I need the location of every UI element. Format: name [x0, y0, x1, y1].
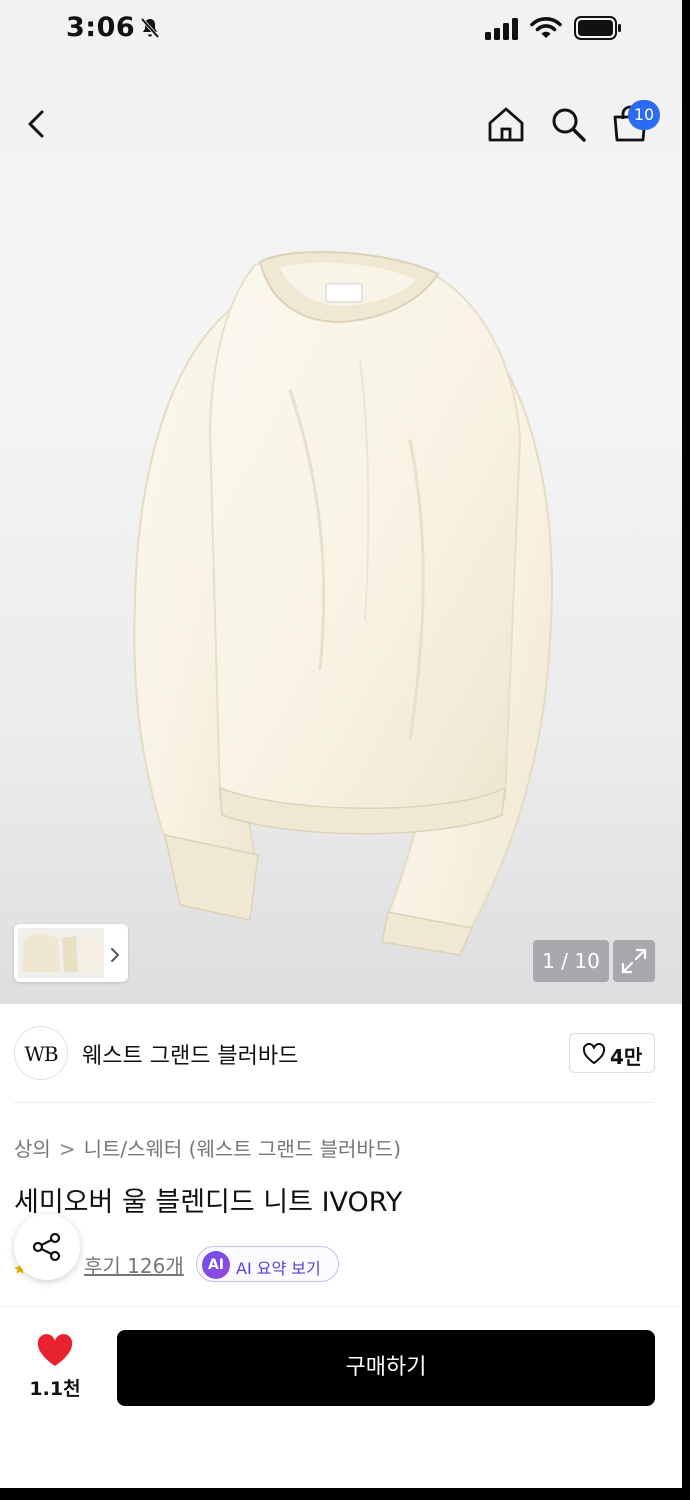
- product-screen: 3:06 10 1 / 10 WB 웨스트 그랜드 블러바드 4만 상의 > 니…: [0, 0, 682, 1488]
- bottom-bar-divider: [0, 1306, 682, 1307]
- wifi-icon: [530, 17, 562, 38]
- status-bar: 3:06: [0, 0, 682, 58]
- expand-icon: [621, 948, 647, 974]
- heart-outline-icon: [582, 1043, 606, 1064]
- image-counter: 1 / 10: [533, 940, 609, 982]
- breadcrumb-category[interactable]: 상의: [14, 1137, 51, 1161]
- breadcrumb: 상의 > 니트/스웨터 (웨스트 그랜드 블러바드): [14, 1133, 401, 1162]
- battery-icon: [574, 16, 621, 40]
- brand-like-count: 4만: [610, 1045, 643, 1069]
- brand-name[interactable]: 웨스트 그랜드 블러바드: [82, 1038, 298, 1070]
- cart-count-badge: 10: [628, 100, 660, 130]
- wishlist-button[interactable]: 1.1천: [22, 1330, 88, 1406]
- review-count-link[interactable]: 후기 126개: [84, 1250, 184, 1279]
- back-icon[interactable]: [18, 104, 54, 144]
- heart-filled-icon: [37, 1334, 73, 1366]
- ai-badge: AI: [202, 1251, 230, 1279]
- search-icon[interactable]: [548, 104, 588, 144]
- brand-like-button[interactable]: 4만: [569, 1033, 655, 1073]
- expand-button[interactable]: [613, 940, 655, 982]
- product-gallery[interactable]: 3:06 10 1 / 10: [0, 0, 682, 1004]
- product-title: 세미오버 울 블렌디드 니트 IVORY: [14, 1187, 403, 1218]
- thumbnail-image: [18, 928, 104, 978]
- wishlist-count: 1.1천: [29, 1378, 81, 1400]
- breadcrumb-separator: >: [58, 1137, 76, 1161]
- signal-icon: [485, 18, 518, 40]
- divider: [14, 1102, 654, 1103]
- product-image: [133, 251, 553, 956]
- ai-summary-label: AI 요약 보기: [236, 1259, 321, 1278]
- chevron-right-icon: [111, 948, 120, 962]
- brand-logo[interactable]: WB: [14, 1026, 68, 1080]
- bell-off-icon: [140, 17, 160, 39]
- status-time: 3:06: [66, 12, 136, 43]
- home-icon[interactable]: [486, 104, 526, 144]
- ai-summary-button[interactable]: AI AI 요약 보기: [196, 1246, 339, 1282]
- share-button[interactable]: [14, 1214, 80, 1280]
- buy-button[interactable]: 구매하기: [117, 1330, 655, 1406]
- breadcrumb-subcategory[interactable]: 니트/스웨터 (웨스트 그랜드 블러바드): [84, 1137, 401, 1161]
- share-icon: [32, 1232, 61, 1262]
